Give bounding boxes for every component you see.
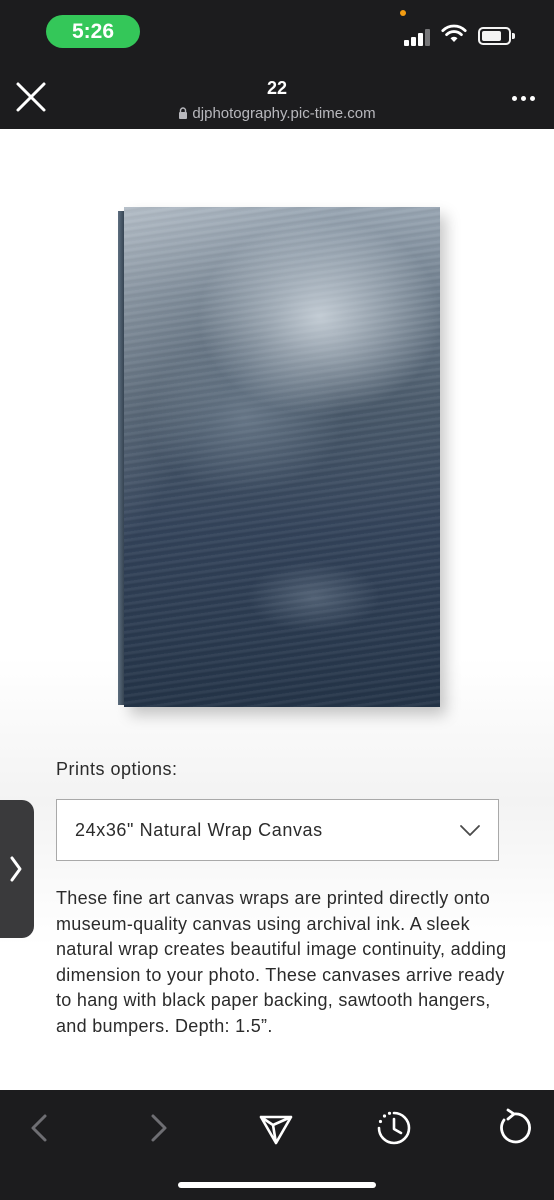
browser-toolbar bbox=[0, 1090, 554, 1200]
history-icon[interactable] bbox=[374, 1108, 414, 1148]
chevron-left-icon[interactable] bbox=[20, 1108, 60, 1148]
privacy-indicator-dot bbox=[400, 10, 406, 16]
product-description: These fine art canvas wraps are printed … bbox=[56, 888, 507, 1036]
wifi-icon bbox=[441, 24, 467, 42]
more-icon[interactable] bbox=[510, 94, 536, 102]
status-time[interactable]: 5:26 bbox=[46, 15, 140, 48]
print-option-select[interactable]: 24x36" Natural Wrap Canvas bbox=[56, 799, 499, 861]
home-indicator[interactable] bbox=[178, 1182, 376, 1188]
chevron-right-icon bbox=[10, 856, 22, 882]
canvas-photo bbox=[124, 207, 440, 707]
send-icon[interactable] bbox=[256, 1108, 296, 1148]
page-url[interactable]: djphotography.pic-time.com bbox=[0, 105, 554, 122]
prints-options-label: Prints options: bbox=[56, 759, 178, 779]
browser-header: 22 djphotography.pic-time.com bbox=[0, 62, 554, 129]
cellular-signal-icon bbox=[404, 28, 434, 46]
chevron-down-icon bbox=[460, 825, 480, 836]
chevron-right-icon[interactable] bbox=[138, 1108, 178, 1148]
selected-print-option: 24x36" Natural Wrap Canvas bbox=[75, 820, 323, 840]
page-title: 22 bbox=[266, 78, 288, 98]
reload-icon[interactable] bbox=[494, 1108, 534, 1148]
url-text: djphotography.pic-time.com bbox=[192, 105, 376, 122]
status-bar: 5:26 bbox=[0, 0, 554, 62]
side-drawer-toggle[interactable] bbox=[0, 800, 34, 938]
canvas-print-image[interactable] bbox=[118, 207, 440, 709]
lock-icon bbox=[179, 107, 188, 119]
battery-icon bbox=[478, 27, 515, 45]
product-page: Prints options: 24x36" Natural Wrap Canv… bbox=[0, 129, 554, 1090]
